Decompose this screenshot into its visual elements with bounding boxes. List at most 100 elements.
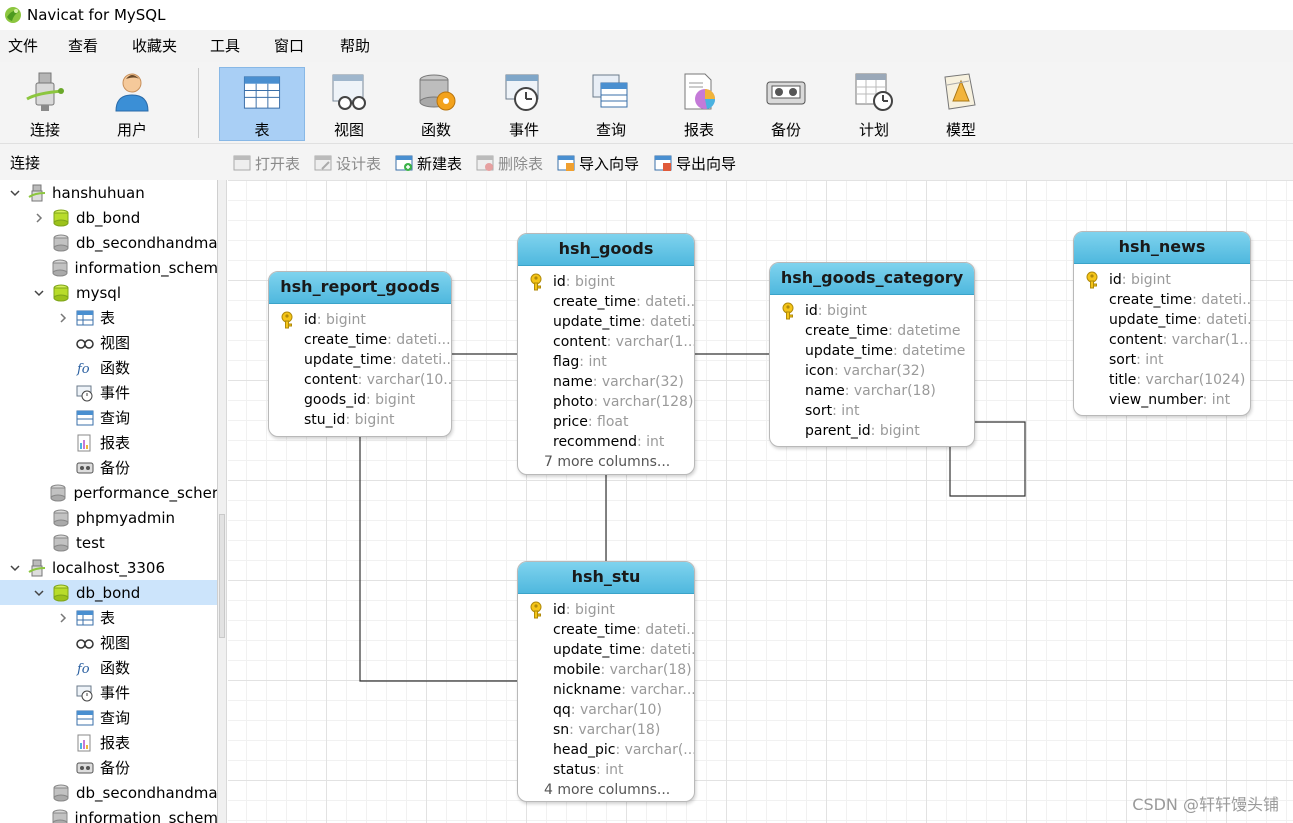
entity-field[interactable]: icon: varchar(32): [770, 361, 974, 381]
entity-field[interactable]: update_time: dateti...: [1074, 310, 1250, 330]
tree-item-report[interactable]: 报表: [0, 430, 217, 455]
entity-field[interactable]: recommend: int: [518, 432, 694, 452]
er-diagram-canvas[interactable]: hsh_report_goods id: bigint create_time: d…: [228, 180, 1293, 823]
entity-field[interactable]: id: bigint: [269, 310, 451, 330]
entity-field[interactable]: update_time: datetime: [770, 341, 974, 361]
tree-item-function[interactable]: fo 函数: [0, 655, 217, 680]
tree-item-db-open[interactable]: mysql: [0, 280, 217, 305]
entity-hsh-goods-category[interactable]: hsh_goods_category id: bigint create_time:…: [769, 262, 975, 447]
entity-field[interactable]: name: varchar(32): [518, 372, 694, 392]
entity-field[interactable]: stu_id: bigint: [269, 410, 451, 430]
entity-field[interactable]: goods_id: bigint: [269, 390, 451, 410]
tree-item-db[interactable]: information_schem: [0, 255, 217, 280]
tree-item-db[interactable]: db_secondhandma: [0, 780, 217, 805]
entity-field[interactable]: id: bigint: [518, 272, 694, 292]
entity-field[interactable]: parent_id: bigint: [770, 421, 974, 441]
design-table-button[interactable]: 设计表: [314, 152, 381, 174]
entity-field[interactable]: create_time: dateti...: [518, 620, 694, 640]
entity-field[interactable]: id: bigint: [770, 301, 974, 321]
export-wizard-button[interactable]: 导出向导: [654, 152, 736, 174]
tree-item-view[interactable]: 视图: [0, 330, 217, 355]
entity-hsh-news[interactable]: hsh_news id: bigint create_time: dateti...…: [1073, 231, 1251, 416]
entity-field[interactable]: nickname: varchar...: [518, 680, 694, 700]
tree-item-view[interactable]: 视图: [0, 630, 217, 655]
tree-item-connection[interactable]: hanshuhuan: [0, 180, 217, 205]
toolbar-event-button[interactable]: 事件: [481, 67, 567, 141]
tree-item-report[interactable]: 报表: [0, 730, 217, 755]
toolbar-function-button[interactable]: 函数: [393, 67, 479, 141]
tree-item-db[interactable]: performance_scher: [0, 480, 217, 505]
tree-item-db[interactable]: phpmyadmin: [0, 505, 217, 530]
toolbar-table-button[interactable]: 表: [219, 67, 305, 141]
more-columns-link[interactable]: 4 more columns...: [518, 780, 694, 800]
entity-field[interactable]: qq: varchar(10): [518, 700, 694, 720]
tree-item-function[interactable]: fo 函数: [0, 355, 217, 380]
chevron-down-icon[interactable]: [8, 561, 22, 575]
entity-field[interactable]: view_number: int: [1074, 390, 1250, 410]
chevron-down-icon[interactable]: [32, 286, 46, 300]
entity-field[interactable]: photo: varchar(128): [518, 392, 694, 412]
entity-field[interactable]: content: varchar(10...: [269, 370, 451, 390]
entity-field[interactable]: content: varchar(1...: [1074, 330, 1250, 350]
chevron-down-icon[interactable]: [32, 586, 46, 600]
entity-field[interactable]: head_pic: varchar(...: [518, 740, 694, 760]
new-table-button[interactable]: 新建表: [395, 152, 462, 174]
tree-item-table[interactable]: 表: [0, 305, 217, 330]
tree-item-event[interactable]: 事件: [0, 680, 217, 705]
delete-table-button[interactable]: 删除表: [476, 152, 543, 174]
entity-hsh-goods[interactable]: hsh_goods id: bigint create_time: dateti..…: [517, 233, 695, 475]
entity-field[interactable]: sn: varchar(18): [518, 720, 694, 740]
tree-item-query[interactable]: 查询: [0, 705, 217, 730]
toolbar-user-button[interactable]: 用户: [89, 67, 175, 141]
entity-field[interactable]: title: varchar(1024): [1074, 370, 1250, 390]
tree-item-query[interactable]: 查询: [0, 405, 217, 430]
entity-field[interactable]: mobile: varchar(18): [518, 660, 694, 680]
menu-view[interactable]: 查看: [60, 30, 124, 62]
entity-field[interactable]: update_time: dateti...: [518, 312, 694, 332]
menu-tools[interactable]: 工具: [202, 30, 266, 62]
more-columns-link[interactable]: 7 more columns...: [518, 452, 694, 472]
entity-hsh-stu[interactable]: hsh_stu id: bigint create_time: dateti... u…: [517, 561, 695, 802]
chevron-down-icon[interactable]: [8, 186, 22, 200]
menu-help[interactable]: 帮助: [332, 30, 378, 62]
entity-field[interactable]: create_time: dateti...: [269, 330, 451, 350]
splitter-grip[interactable]: [219, 514, 225, 638]
pane-splitter[interactable]: [218, 180, 227, 823]
entity-field[interactable]: sort: int: [1074, 350, 1250, 370]
toolbar-model-button[interactable]: 模型: [918, 67, 1004, 141]
toolbar-query-button[interactable]: 查询: [568, 67, 654, 141]
toolbar-view-button[interactable]: 视图: [306, 67, 392, 141]
tree-item-db[interactable]: information_schem: [0, 805, 217, 823]
open-table-button[interactable]: 打开表: [233, 152, 300, 174]
entity-field[interactable]: content: varchar(1...: [518, 332, 694, 352]
entity-field[interactable]: update_time: dateti...: [518, 640, 694, 660]
tree-item-db[interactable]: db_secondhandma: [0, 230, 217, 255]
toolbar-connect-button[interactable]: 连接: [2, 67, 88, 141]
toolbar-backup-button[interactable]: 备份: [743, 67, 829, 141]
entity-field[interactable]: create_time: dateti...: [1074, 290, 1250, 310]
tree-item-event[interactable]: 事件: [0, 380, 217, 405]
menu-file[interactable]: 文件: [0, 30, 60, 62]
tree-item-backup[interactable]: 备份: [0, 455, 217, 480]
entity-field[interactable]: sort: int: [770, 401, 974, 421]
menu-window[interactable]: 窗口: [266, 30, 332, 62]
tree-item-db-open[interactable]: db_bond: [0, 580, 217, 605]
entity-field[interactable]: status: int: [518, 760, 694, 780]
import-wizard-button[interactable]: 导入向导: [557, 152, 639, 174]
entity-field[interactable]: id: bigint: [518, 600, 694, 620]
tree-item-db-open[interactable]: db_bond: [0, 205, 217, 230]
entity-field[interactable]: flag: int: [518, 352, 694, 372]
entity-field[interactable]: price: float: [518, 412, 694, 432]
menu-favorites[interactable]: 收藏夹: [124, 30, 202, 62]
entity-field[interactable]: create_time: datetime: [770, 321, 974, 341]
chevron-right-icon[interactable]: [32, 211, 46, 225]
tree-item-db[interactable]: test: [0, 530, 217, 555]
entity-field[interactable]: update_time: dateti...: [269, 350, 451, 370]
toolbar-schedule-button[interactable]: 计划: [831, 67, 917, 141]
tree-item-connection[interactable]: localhost_3306: [0, 555, 217, 580]
entity-field[interactable]: name: varchar(18): [770, 381, 974, 401]
toolbar-report-button[interactable]: 报表: [656, 67, 742, 141]
entity-field[interactable]: create_time: dateti...: [518, 292, 694, 312]
tree-item-backup[interactable]: 备份: [0, 755, 217, 780]
tree-item-table[interactable]: 表: [0, 605, 217, 630]
